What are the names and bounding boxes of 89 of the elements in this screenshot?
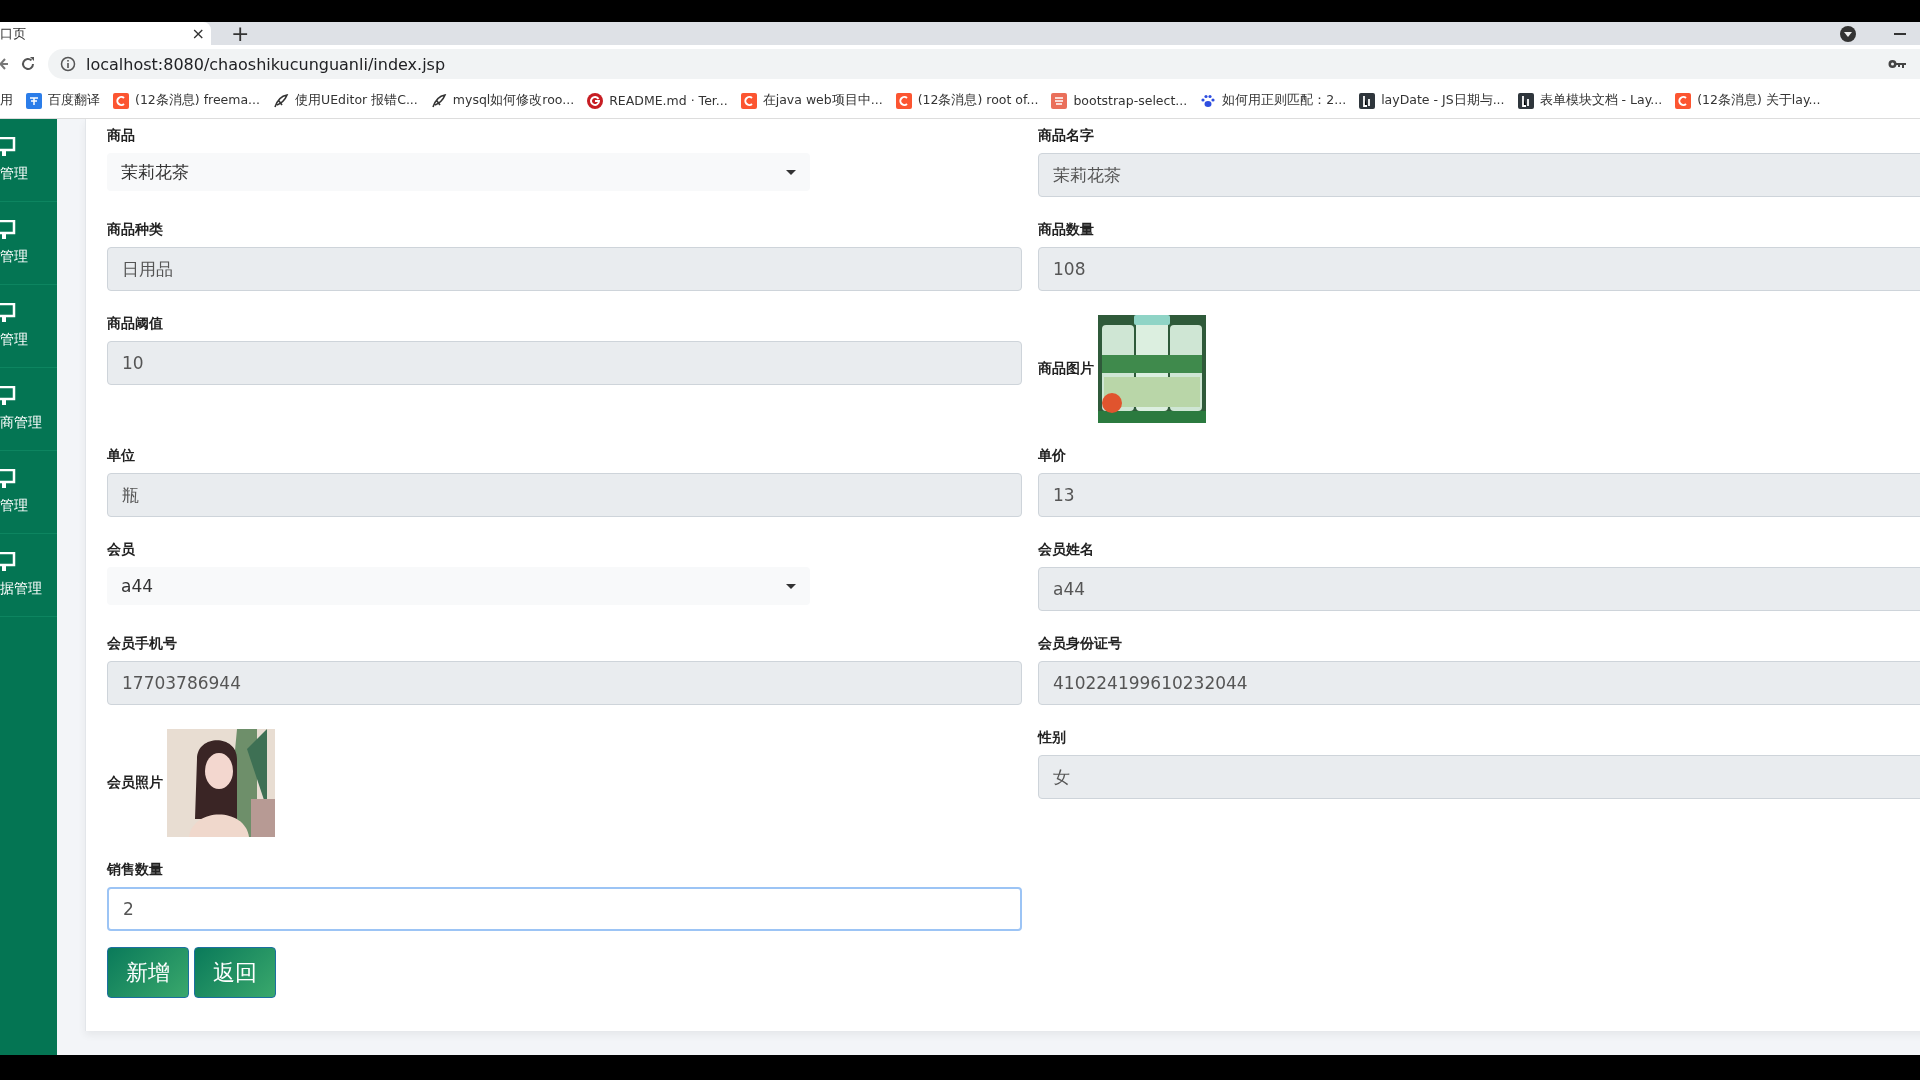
input-field[interactable]: 13 — [1038, 473, 1920, 517]
bookmark-item[interactable]: bootstrap-select... — [1051, 92, 1188, 109]
field-label: 性别 — [1038, 729, 1067, 747]
field-label: 会员 — [107, 541, 136, 559]
monitor-icon — [0, 552, 16, 572]
field-label: 会员身份证号 — [1038, 635, 1123, 653]
form-button[interactable]: 返回 — [194, 947, 276, 998]
bookmark-label: mysql如何修改roo... — [452, 92, 575, 109]
back-icon[interactable] — [0, 57, 8, 71]
bookmark-item[interactable]: 在java web项目中... — [740, 92, 883, 109]
field-label: 销售数量 — [107, 861, 164, 879]
bookmark-item[interactable]: mysql如何修改roo... — [430, 92, 575, 109]
sidebar-item[interactable]: 管理 — [0, 119, 57, 202]
field-label: 单价 — [1038, 447, 1067, 465]
input-field[interactable]: a44 — [1038, 567, 1920, 611]
field-label: 商品种类 — [107, 221, 164, 239]
dark-logo-icon — [1517, 92, 1534, 109]
bookmark-label: 表单模块文档 - Lay... — [1539, 92, 1663, 109]
bookmark-label: README.md · Ter... — [609, 93, 728, 108]
square-logo-icon — [1051, 92, 1068, 109]
form-button[interactable]: 新增 — [107, 947, 189, 998]
translate-icon — [26, 92, 42, 109]
bookmark-item[interactable]: README.md · Ter... — [587, 92, 728, 109]
input-field[interactable]: 10 — [107, 341, 1022, 385]
bookmark-item[interactable]: 表单模块文档 - Lay... — [1517, 92, 1663, 109]
field-label: 单位 — [107, 447, 136, 465]
bookmark-label: bootstrap-select... — [1073, 93, 1188, 108]
c-logo-icon — [740, 92, 757, 109]
ring-logo-icon — [587, 92, 604, 109]
bookmark-label: (12条消息) 关于lay... — [1697, 92, 1821, 109]
bookmark-label: 百度翻译 — [48, 92, 100, 109]
sidebar-item[interactable]: 管理 — [0, 285, 57, 368]
c-logo-icon — [113, 92, 129, 109]
address-bar[interactable]: localhost:8080/chaoshikucunguanli/index.jsp — [48, 49, 1920, 79]
sidebar-item[interactable]: 据管理 — [0, 534, 57, 617]
input-field[interactable]: 2 — [107, 887, 1022, 931]
field-label: 会员姓名 — [1038, 541, 1095, 559]
monitor-icon — [0, 469, 16, 489]
input-field[interactable]: 日用品 — [107, 247, 1022, 291]
tab-title: 口页 — [0, 24, 26, 43]
monitor-icon — [0, 137, 16, 157]
monitor-icon — [0, 303, 16, 323]
bookmark-label: (12条消息) root of... — [917, 92, 1039, 109]
bookmark-item[interactable]: (12条消息) root of... — [895, 92, 1039, 109]
key-icon[interactable] — [1888, 59, 1906, 69]
field-label: 商品阈值 — [107, 315, 164, 333]
bookmark-item[interactable]: (12条消息) 关于lay... — [1675, 92, 1821, 109]
input-field[interactable]: 17703786944 — [107, 661, 1022, 705]
feather-icon — [273, 92, 290, 109]
c-logo-icon — [895, 92, 912, 109]
profile-icon[interactable] — [1840, 25, 1856, 42]
feather-icon — [430, 92, 447, 109]
bookmark-item[interactable]: 使用UEditor 报错C... — [273, 92, 418, 109]
field-label: 商品名字 — [1038, 127, 1095, 145]
info-icon — [60, 56, 76, 72]
sidebar-item[interactable]: 管理 — [0, 451, 57, 534]
input-field[interactable]: 108 — [1038, 247, 1920, 291]
input-field[interactable]: 女 — [1038, 755, 1920, 799]
sidebar-item[interactable]: 管理 — [0, 202, 57, 285]
browser-tab[interactable]: 口页 × — [0, 22, 211, 45]
field-label: 商品图片 — [1038, 360, 1094, 378]
sidebar-item[interactable]: 商管理 — [0, 368, 57, 451]
new-tab-button[interactable]: + — [231, 22, 250, 45]
monitor-icon — [0, 220, 16, 240]
minimize-icon[interactable] — [1894, 32, 1906, 35]
close-icon[interactable]: × — [191, 24, 205, 43]
bookmark-label: layDate - JS日期与... — [1381, 92, 1505, 109]
select-field[interactable]: 茉莉花茶 — [107, 153, 810, 191]
input-field[interactable]: 茉莉花茶 — [1038, 153, 1920, 197]
input-field[interactable]: 410224199610232044 — [1038, 661, 1920, 705]
select-field[interactable]: a44 — [107, 567, 810, 605]
monitor-icon — [0, 386, 16, 406]
bookmark-item[interactable]: layDate - JS日期与... — [1359, 92, 1505, 109]
caret-icon — [786, 583, 796, 589]
paw-icon — [1200, 92, 1217, 109]
bookmark-item[interactable]: 百度翻译 — [26, 92, 100, 109]
field-label: 商品 — [107, 127, 136, 145]
url-text: localhost:8080/chaoshikucunguanli/index.jsp — [86, 54, 446, 74]
bookmark-label: 在java web项目中... — [762, 92, 883, 109]
reload-icon[interactable] — [20, 56, 36, 72]
caret-icon — [786, 169, 796, 175]
field-label: 商品数量 — [1038, 221, 1095, 239]
c-logo-icon — [1675, 92, 1692, 109]
bookmark-item[interactable]: 用 — [0, 92, 13, 109]
field-label: 会员手机号 — [107, 635, 178, 653]
field-label: 会员照片 — [107, 774, 163, 792]
bookmark-label: 使用UEditor 报错C... — [295, 92, 418, 109]
dark-logo-icon — [1359, 92, 1376, 109]
input-field[interactable]: 瓶 — [107, 473, 1022, 517]
